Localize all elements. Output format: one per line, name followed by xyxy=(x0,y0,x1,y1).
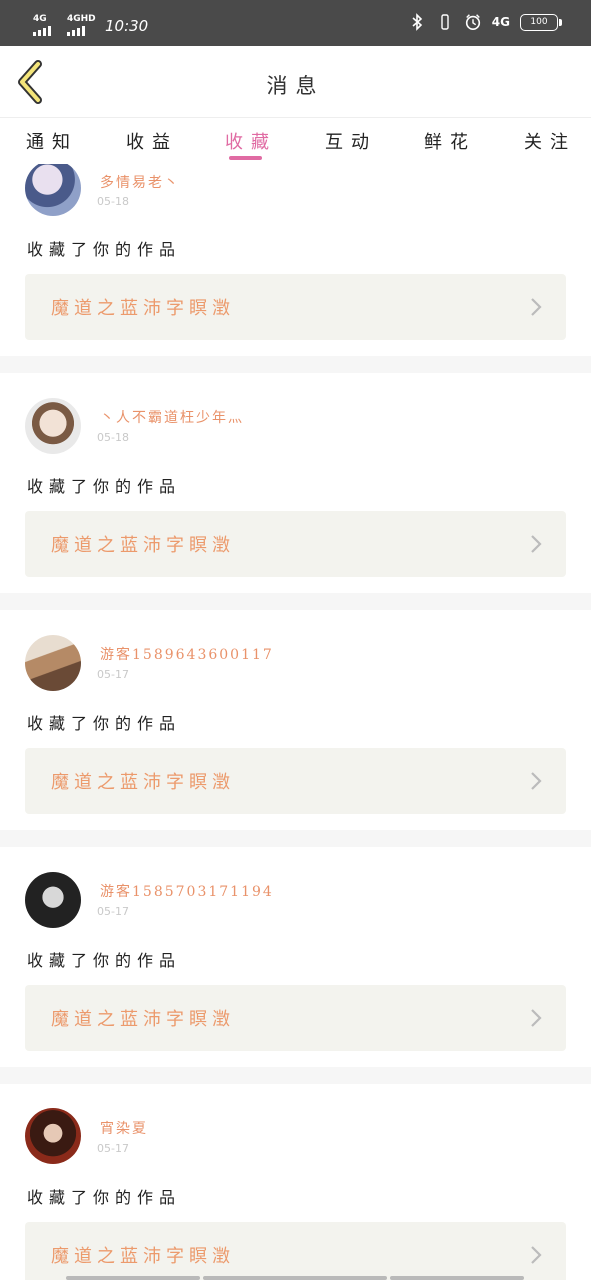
tab-flowers[interactable]: 鲜花 xyxy=(424,128,476,154)
message-action: 收藏了你的作品 xyxy=(27,240,182,259)
nav-segment-center[interactable] xyxy=(203,1276,387,1280)
status-bar-left: 4G 4GHD 10:30 xyxy=(33,10,148,36)
chevron-right-icon xyxy=(531,1246,542,1264)
username[interactable]: 游客1589643600117 xyxy=(100,644,274,664)
network-type: 4G xyxy=(491,15,510,29)
tab-interactions[interactable]: 互动 xyxy=(325,128,377,154)
work-link[interactable]: 魔道之蓝沛字瞑澂 xyxy=(25,985,566,1051)
alarm-icon xyxy=(464,12,482,32)
message-card: 游客1585703171194 05-17 收藏了你的作品 魔道之蓝沛字瞑澂 xyxy=(0,847,591,1067)
divider xyxy=(0,830,591,847)
header: 消息 xyxy=(0,46,591,118)
message-action: 收藏了你的作品 xyxy=(27,1188,182,1207)
work-link[interactable]: 魔道之蓝沛字瞑澂 xyxy=(25,1222,566,1280)
bluetooth-icon xyxy=(408,12,426,32)
signal-icon: 4G xyxy=(33,14,57,36)
work-title: 魔道之蓝沛字瞑澂 xyxy=(51,298,235,319)
divider xyxy=(0,356,591,373)
active-tab-indicator xyxy=(229,156,262,160)
battery-icon: 100 xyxy=(520,13,562,31)
tab-favorites[interactable]: 收藏 xyxy=(225,128,277,154)
message-date: 05-17 xyxy=(97,1142,129,1155)
signal-label-2: 4GHD xyxy=(67,14,96,24)
avatar[interactable] xyxy=(25,398,81,454)
status-time: 10:30 xyxy=(105,17,149,35)
work-title: 魔道之蓝沛字瞑澂 xyxy=(51,535,235,556)
message-date: 05-18 xyxy=(97,431,129,444)
message-card: 多情易老丶 05-18 收藏了你的作品 魔道之蓝沛字瞑澂 xyxy=(0,164,591,354)
work-link[interactable]: 魔道之蓝沛字瞑澂 xyxy=(25,511,566,577)
page-title: 消息 xyxy=(266,74,325,98)
tab-bar: 通知 收益 收藏 互动 鲜花 关注 xyxy=(0,118,591,164)
username[interactable]: 多情易老丶 xyxy=(100,172,180,192)
status-bar: 4G 4GHD 10:30 4G 100 xyxy=(0,0,591,46)
work-title: 魔道之蓝沛字瞑澂 xyxy=(51,772,235,793)
divider xyxy=(0,1067,591,1084)
message-card: 丶人不霸道枉少年灬 05-18 收藏了你的作品 魔道之蓝沛字瞑澂 xyxy=(0,373,591,593)
nav-segment-left[interactable] xyxy=(66,1276,200,1280)
signal-icon-2: 4GHD xyxy=(67,14,96,36)
signal-label-1: 4G xyxy=(33,14,47,24)
work-link[interactable]: 魔道之蓝沛字瞑澂 xyxy=(25,274,566,340)
avatar[interactable] xyxy=(25,1108,81,1164)
avatar[interactable] xyxy=(25,635,81,691)
tab-notice[interactable]: 通知 xyxy=(26,128,78,154)
chevron-right-icon xyxy=(531,1009,542,1027)
work-title: 魔道之蓝沛字瞑澂 xyxy=(51,1009,235,1030)
work-link[interactable]: 魔道之蓝沛字瞑澂 xyxy=(25,748,566,814)
work-title: 魔道之蓝沛字瞑澂 xyxy=(51,1246,235,1267)
message-date: 05-17 xyxy=(97,905,129,918)
divider xyxy=(0,593,591,610)
nav-segment-right[interactable] xyxy=(390,1276,524,1280)
message-list[interactable]: 多情易老丶 05-18 收藏了你的作品 魔道之蓝沛字瞑澂 丶人不霸道枉少年灬 0… xyxy=(0,164,591,1280)
chevron-right-icon xyxy=(531,535,542,553)
username[interactable]: 游客1585703171194 xyxy=(100,881,274,901)
message-action: 收藏了你的作品 xyxy=(27,714,182,733)
vibrate-icon xyxy=(436,12,454,32)
username[interactable]: 丶人不霸道枉少年灬 xyxy=(100,407,244,427)
avatar[interactable] xyxy=(25,872,81,928)
username[interactable]: 宵染夏 xyxy=(100,1118,148,1138)
tab-following[interactable]: 关注 xyxy=(524,128,576,154)
chevron-right-icon xyxy=(531,298,542,316)
avatar[interactable] xyxy=(25,164,81,216)
message-date: 05-17 xyxy=(97,668,129,681)
message-action: 收藏了你的作品 xyxy=(27,477,182,496)
tab-earnings[interactable]: 收益 xyxy=(126,128,178,154)
status-bar-right: 4G 100 xyxy=(408,12,562,32)
message-card: 游客1589643600117 05-17 收藏了你的作品 魔道之蓝沛字瞑澂 xyxy=(0,610,591,830)
message-card: 宵染夏 05-17 收藏了你的作品 魔道之蓝沛字瞑澂 xyxy=(0,1084,591,1280)
message-action: 收藏了你的作品 xyxy=(27,951,182,970)
battery-level: 100 xyxy=(530,17,548,27)
system-nav-bar xyxy=(0,1276,591,1280)
message-date: 05-18 xyxy=(97,195,129,208)
chevron-right-icon xyxy=(531,772,542,790)
